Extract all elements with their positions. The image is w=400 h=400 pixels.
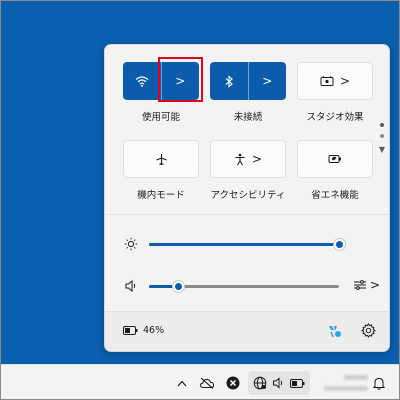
energy-saver-icon — [328, 155, 341, 163]
volume-slider-thumb[interactable] — [172, 281, 184, 292]
taskbar — [0, 364, 400, 400]
gear-icon — [361, 323, 376, 338]
page-dot[interactable] — [380, 134, 384, 138]
accessibility-tile[interactable]: > — [210, 140, 286, 178]
brightness-slider[interactable] — [149, 239, 345, 250]
wifi-toggle[interactable] — [123, 62, 161, 100]
chevron-right-icon: > — [339, 74, 351, 88]
app-tray-button[interactable] — [223, 365, 243, 400]
quick-settings-footer: 46% — [105, 311, 389, 351]
bluetooth-icon — [225, 74, 233, 88]
battery-percent: 46% — [143, 325, 165, 336]
wifi-icon — [135, 76, 149, 87]
show-hidden-icons-button[interactable] — [172, 365, 192, 400]
airplane-mode-label: 機内モード — [137, 190, 185, 201]
battery-icon — [123, 326, 138, 335]
quick-settings-tray-button[interactable] — [248, 371, 310, 395]
brightness-icon — [123, 236, 139, 252]
brightness-slider-thumb[interactable] — [334, 239, 345, 250]
chevron-right-icon: > — [370, 278, 381, 292]
airplane-icon — [155, 153, 167, 165]
onedrive-button[interactable] — [196, 365, 218, 400]
settings-button[interactable] — [361, 323, 376, 342]
cloud-offline-icon — [199, 377, 215, 389]
chevron-right-icon: > — [262, 74, 273, 88]
chevron-right-icon: > — [251, 152, 263, 166]
bluetooth-tile[interactable]: > — [210, 62, 286, 100]
volume-slider-row — [123, 278, 373, 294]
bell-icon — [373, 377, 385, 390]
speaker-icon[interactable] — [123, 278, 139, 294]
airplane-mode-tile[interactable] — [123, 140, 199, 178]
accessibility-icon — [235, 153, 245, 165]
energy-saver-label: 省エネ機能 — [311, 190, 359, 201]
speaker-icon — [273, 377, 283, 389]
studio-effects-icon — [320, 75, 334, 86]
audio-output-button[interactable]: > — [353, 279, 380, 291]
page-indicator[interactable]: ▼ — [377, 123, 387, 154]
bluetooth-expand-button[interactable]: > — [248, 62, 286, 100]
accessibility-label: アクセシビリティ — [210, 190, 286, 201]
bluetooth-label: 未接続 — [233, 112, 263, 123]
bluetooth-toggle[interactable] — [210, 62, 248, 100]
battery-icon — [290, 379, 305, 388]
page-down-arrow-icon[interactable]: ▼ — [377, 145, 387, 154]
clock-time-blurred — [344, 375, 368, 380]
battery-status[interactable]: 46% — [123, 325, 164, 336]
quick-settings-panel: > 使用可能 > 未接続 > スタジオ効果 機内モード > アクセシビリティ 省… — [104, 44, 390, 352]
wifi-label: 使用可能 — [141, 112, 180, 123]
clock-blurred[interactable] — [316, 371, 368, 395]
highlight-box — [158, 57, 203, 102]
brightness-slider-row — [123, 236, 373, 252]
brightness-slider-fill — [149, 243, 339, 246]
chevron-up-icon — [177, 380, 187, 386]
notifications-button[interactable] — [370, 365, 388, 400]
studio-effects-label: スタジオ効果 — [306, 112, 364, 123]
clock-date-blurred — [324, 386, 368, 391]
globe-icon — [253, 376, 267, 390]
page-dot[interactable] — [380, 123, 384, 127]
volume-slider[interactable] — [149, 281, 339, 292]
audio-mixer-icon — [354, 280, 366, 290]
x-circle-icon — [226, 376, 240, 390]
energy-saver-tile[interactable] — [297, 140, 373, 178]
studio-effects-tile[interactable]: > — [297, 62, 373, 100]
accessibility-tray-button[interactable] — [327, 323, 343, 343]
section-divider — [105, 214, 389, 215]
accessibility-tray-icon — [329, 326, 341, 338]
